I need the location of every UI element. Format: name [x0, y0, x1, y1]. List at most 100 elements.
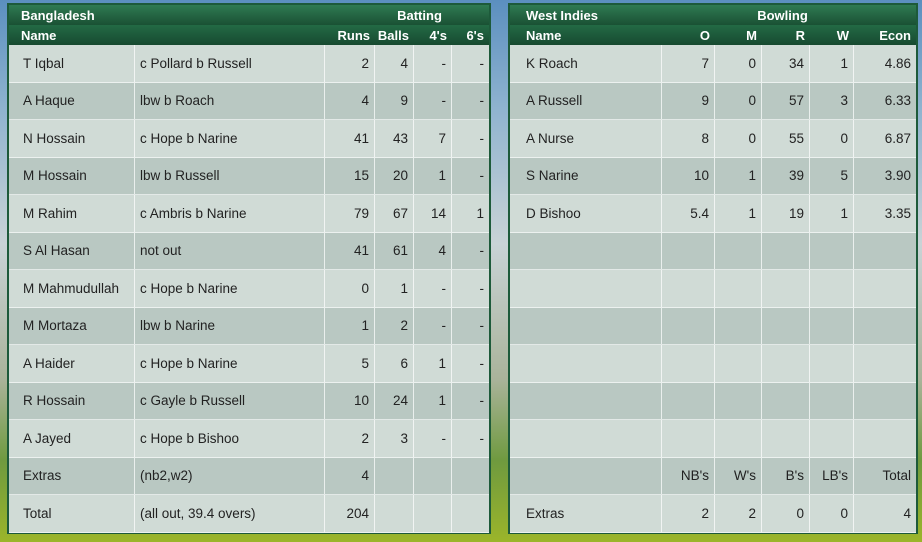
bowler-overs — [662, 420, 715, 457]
bowler-runs: 34 — [762, 45, 810, 82]
col-maidens: M — [746, 27, 757, 43]
batter-runs: 2 — [325, 420, 375, 457]
batter-name: M Hossain — [9, 157, 135, 194]
bowler-wickets — [810, 307, 854, 344]
col-sixes: 6's — [466, 27, 484, 43]
batting-scorecard: Bangladesh Batting Name Runs Balls 4's 6… — [7, 3, 491, 534]
batting-row: M Mortaza lbw b Narine 1 2- - — [9, 307, 489, 345]
batter-name: T Iqbal — [9, 45, 135, 82]
bowler-overs — [662, 232, 715, 269]
batter-sixes — [452, 495, 489, 532]
bowling-column-headers: Name O M R W Econ — [510, 25, 916, 45]
bowler-maidens — [715, 345, 762, 382]
batter-name: M Rahim — [9, 195, 135, 232]
bowling-row — [510, 345, 916, 383]
bowling-row — [510, 270, 916, 308]
bowler-wickets: 0 — [810, 120, 854, 157]
bowler-wickets — [810, 232, 854, 269]
bowler-runs — [762, 382, 810, 419]
batter-fours: - — [414, 270, 452, 307]
extras-nb-label: NB's — [662, 457, 715, 494]
dismissal: lbw b Russell — [135, 157, 325, 194]
bowling-row — [510, 420, 916, 458]
batter-balls: 2 — [375, 307, 414, 344]
batter-fours: 4 — [414, 232, 452, 269]
dismissal: c Hope b Narine — [135, 270, 325, 307]
bowler-economy: 4.86 — [884, 55, 911, 71]
bowler-maidens: 1 — [715, 157, 762, 194]
bowling-row — [510, 232, 916, 270]
batting-column-headers: Name Runs Balls 4's 6's — [9, 25, 489, 45]
batting-row: Total (all out, 39.4 overs) 204 — [9, 495, 489, 533]
batter-balls — [375, 457, 414, 494]
bowler-runs — [762, 307, 810, 344]
bowler-runs — [762, 270, 810, 307]
batter-runs: 79 — [325, 195, 375, 232]
dismissal: c Hope b Narine — [135, 120, 325, 157]
batter-runs: 204 — [325, 495, 375, 532]
batter-runs: 4 — [325, 82, 375, 119]
batter-balls: 61 — [375, 232, 414, 269]
batter-fours: - — [414, 307, 452, 344]
extras-lb: 0 — [810, 495, 854, 532]
extras-w: 2 — [715, 495, 762, 532]
bowling-row: D Bishoo 5.4 1 19 1 3.35 — [510, 195, 916, 233]
batter-balls: 1 — [375, 270, 414, 307]
batter-sixes: 1 — [476, 205, 484, 221]
bowler-maidens — [715, 270, 762, 307]
bowler-runs: 19 — [762, 195, 810, 232]
bowling-row: A Nurse 8 0 55 0 6.87 — [510, 120, 916, 158]
bowler-runs — [762, 420, 810, 457]
batter-runs: 41 — [325, 120, 375, 157]
batter-name: A Jayed — [9, 420, 135, 457]
batting-team-name: Bangladesh — [21, 7, 95, 23]
batter-sixes: - — [479, 243, 485, 259]
bowler-runs — [762, 345, 810, 382]
bowling-team-name: West Indies — [526, 7, 599, 23]
batter-sixes: - — [479, 430, 485, 446]
batter-runs: 1 — [325, 307, 375, 344]
batting-row: Extras (nb2,w2) 4 — [9, 457, 489, 495]
col-overs: O — [699, 27, 710, 43]
bowler-overs — [662, 345, 715, 382]
bowling-row — [510, 382, 916, 420]
batter-sixes — [452, 458, 489, 495]
batter-name: R Hossain — [9, 382, 135, 419]
batter-balls: 4 — [375, 45, 414, 82]
bowler-overs: 5.4 — [662, 195, 715, 232]
batter-sixes: - — [479, 318, 485, 334]
dismissal: not out — [135, 232, 325, 269]
bowler-economy — [854, 270, 916, 307]
bowling-rows: K Roach 7 0 34 1 4.86 A Russell 9 0 57 3 6.33 A Nurs… — [510, 45, 916, 533]
bowling-row: S Narine 10 1 39 5 3.90 — [510, 157, 916, 195]
bowler-overs: 8 — [662, 120, 715, 157]
bowler-maidens: 0 — [715, 82, 762, 119]
bowler-economy: 3.35 — [884, 205, 911, 221]
extras-nb: 2 — [662, 495, 715, 532]
bowler-overs — [662, 307, 715, 344]
extras-total-label: Total — [882, 468, 911, 484]
dismissal: c Gayle b Russell — [135, 382, 325, 419]
batting-row: S Al Hasan not out 41 61 4 - — [9, 232, 489, 270]
batter-fours: - — [414, 420, 452, 457]
bowler-economy — [854, 233, 916, 270]
bowler-name — [510, 345, 662, 382]
bowler-name: S Narine — [510, 157, 662, 194]
bowler-overs — [662, 382, 715, 419]
bowler-economy — [854, 308, 916, 345]
bowler-runs: 39 — [762, 157, 810, 194]
dismissal: lbw b Roach — [135, 82, 325, 119]
dismissal: lbw b Narine — [135, 307, 325, 344]
bowler-maidens — [715, 307, 762, 344]
bowling-row — [510, 307, 916, 345]
batter-fours: - — [414, 45, 452, 82]
bowler-wickets — [810, 345, 854, 382]
batting-rows: T Iqbal c Pollard b Russell 2 4- - A Haque lbw… — [9, 45, 489, 533]
bowling-scorecard: West Indies Bowling Name O M R W Econ K … — [508, 3, 918, 534]
batter-runs: 15 — [325, 157, 375, 194]
batter-balls: 67 — [375, 195, 414, 232]
batter-balls: 43 — [375, 120, 414, 157]
batter-sixes: - — [479, 280, 485, 296]
batter-name: M Mortaza — [9, 307, 135, 344]
extras-b: 0 — [762, 495, 810, 532]
